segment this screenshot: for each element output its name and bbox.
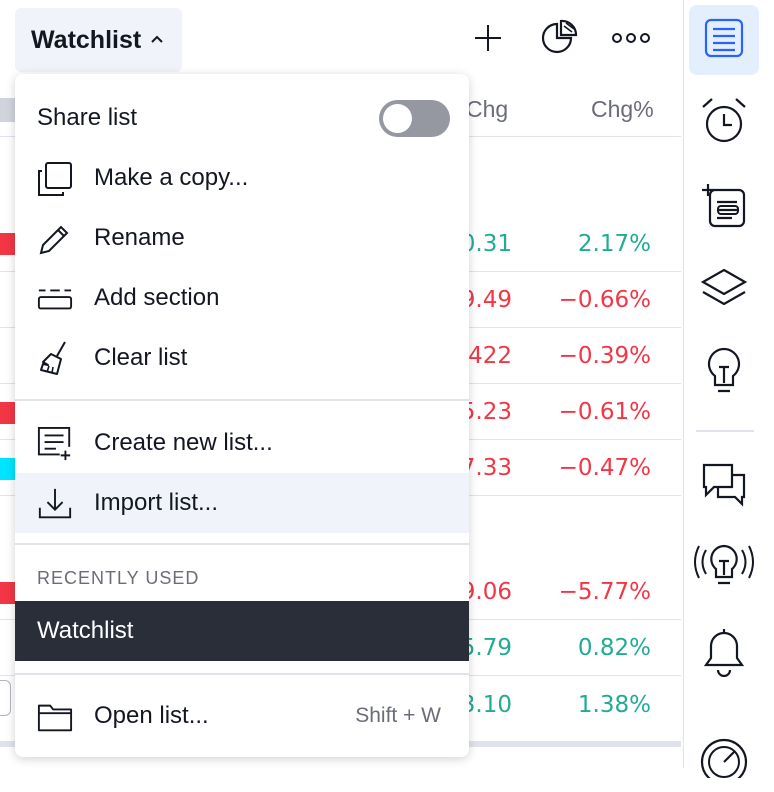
bell-icon xyxy=(702,625,746,682)
create-new-list-label: Create new list... xyxy=(94,429,273,456)
share-list-item[interactable]: Share list xyxy=(15,88,469,148)
column-header-chg[interactable]: Chg xyxy=(466,96,508,123)
cell-chg-percent: 1.38% xyxy=(577,692,651,718)
ideas-stream-icon xyxy=(693,540,755,597)
cell-chg-percent: −5.77% xyxy=(558,579,651,605)
open-list-shortcut: Shift + W xyxy=(355,704,441,727)
layers-toolbar-button[interactable] xyxy=(689,255,759,325)
news-toolbar-button[interactable] xyxy=(689,173,759,243)
recently-used-header: RECENTLY USED xyxy=(37,568,200,588)
performance-toolbar-button[interactable] xyxy=(689,722,759,792)
import-list-label: Import list... xyxy=(94,489,219,516)
make-copy-item[interactable]: Make a copy... xyxy=(15,148,469,208)
create-new-list-item[interactable]: Create new list... xyxy=(15,413,469,473)
copy-icon xyxy=(37,161,73,197)
ideas-stream-toolbar-button[interactable] xyxy=(689,533,759,603)
pencil-icon xyxy=(37,221,73,257)
notifications-toolbar-button[interactable] xyxy=(689,618,759,688)
cell-chg-percent: 2.17% xyxy=(577,231,651,257)
cell-chg-percent: −0.66% xyxy=(558,287,651,313)
chats-toolbar-button[interactable] xyxy=(689,450,759,520)
right-toolbar xyxy=(683,0,774,785)
column-header-chg-percent[interactable]: Chg% xyxy=(591,96,654,123)
news-add-icon xyxy=(698,180,750,237)
layers-icon xyxy=(698,266,750,315)
menu-divider xyxy=(15,543,469,545)
collapse-handle[interactable] xyxy=(0,680,11,716)
chevron-up-icon xyxy=(149,34,165,46)
import-icon xyxy=(37,486,73,522)
open-list-item[interactable]: Open list... Shift + W xyxy=(15,686,469,746)
watchlist-icon xyxy=(702,16,746,65)
add-section-item[interactable]: Add section xyxy=(15,268,469,328)
more-dots-icon xyxy=(611,31,651,50)
menu-divider xyxy=(15,673,469,675)
cell-chg-percent: −0.39% xyxy=(558,343,651,369)
share-list-label: Share list xyxy=(37,104,138,131)
toggle-knob xyxy=(383,104,412,133)
make-copy-label: Make a copy... xyxy=(94,164,249,191)
cell-chg-percent: −0.47% xyxy=(558,455,651,481)
toolbar-divider xyxy=(696,430,754,432)
import-list-item[interactable]: Import list... xyxy=(15,473,469,533)
recent-list-item[interactable]: Watchlist xyxy=(15,601,469,661)
add-section-icon xyxy=(37,281,73,317)
new-list-icon xyxy=(37,426,73,462)
lightbulb-icon xyxy=(702,345,746,402)
folder-icon xyxy=(37,699,73,735)
speedometer-icon xyxy=(698,732,750,785)
symbol-flag xyxy=(0,233,15,255)
watchlist-dropdown-button[interactable]: Watchlist xyxy=(15,8,182,72)
alarm-clock-icon xyxy=(698,95,750,152)
column-header-bg xyxy=(0,98,15,122)
broom-icon xyxy=(37,341,73,377)
advanced-view-button[interactable] xyxy=(537,18,581,62)
symbol-flag xyxy=(0,458,15,480)
clear-list-label: Clear list xyxy=(94,344,188,371)
open-list-label: Open list... xyxy=(94,702,209,729)
alerts-toolbar-button[interactable] xyxy=(689,88,759,158)
cell-chg-percent: −0.61% xyxy=(558,399,651,425)
menu-divider xyxy=(15,399,469,401)
rename-label: Rename xyxy=(94,224,185,251)
cell-chg-percent: 0.82% xyxy=(577,635,651,661)
more-options-button[interactable] xyxy=(609,18,653,62)
watchlist-menu: Share list Make a copy... Rename Add sec… xyxy=(15,74,469,757)
share-list-toggle[interactable] xyxy=(379,100,450,137)
symbol-flag xyxy=(0,402,15,424)
ideas-toolbar-button[interactable] xyxy=(689,338,759,408)
add-section-label: Add section xyxy=(94,284,220,311)
pie-chart-icon xyxy=(539,18,579,63)
plus-icon xyxy=(472,22,504,59)
rename-item[interactable]: Rename xyxy=(15,208,469,268)
add-symbol-button[interactable] xyxy=(466,18,510,62)
watchlist-toolbar-button[interactable] xyxy=(689,5,759,75)
chat-icon xyxy=(698,457,750,514)
recent-list-label: Watchlist xyxy=(37,617,134,644)
clear-list-item[interactable]: Clear list xyxy=(15,328,469,388)
symbol-flag xyxy=(0,582,15,604)
watchlist-title: Watchlist xyxy=(31,25,142,54)
